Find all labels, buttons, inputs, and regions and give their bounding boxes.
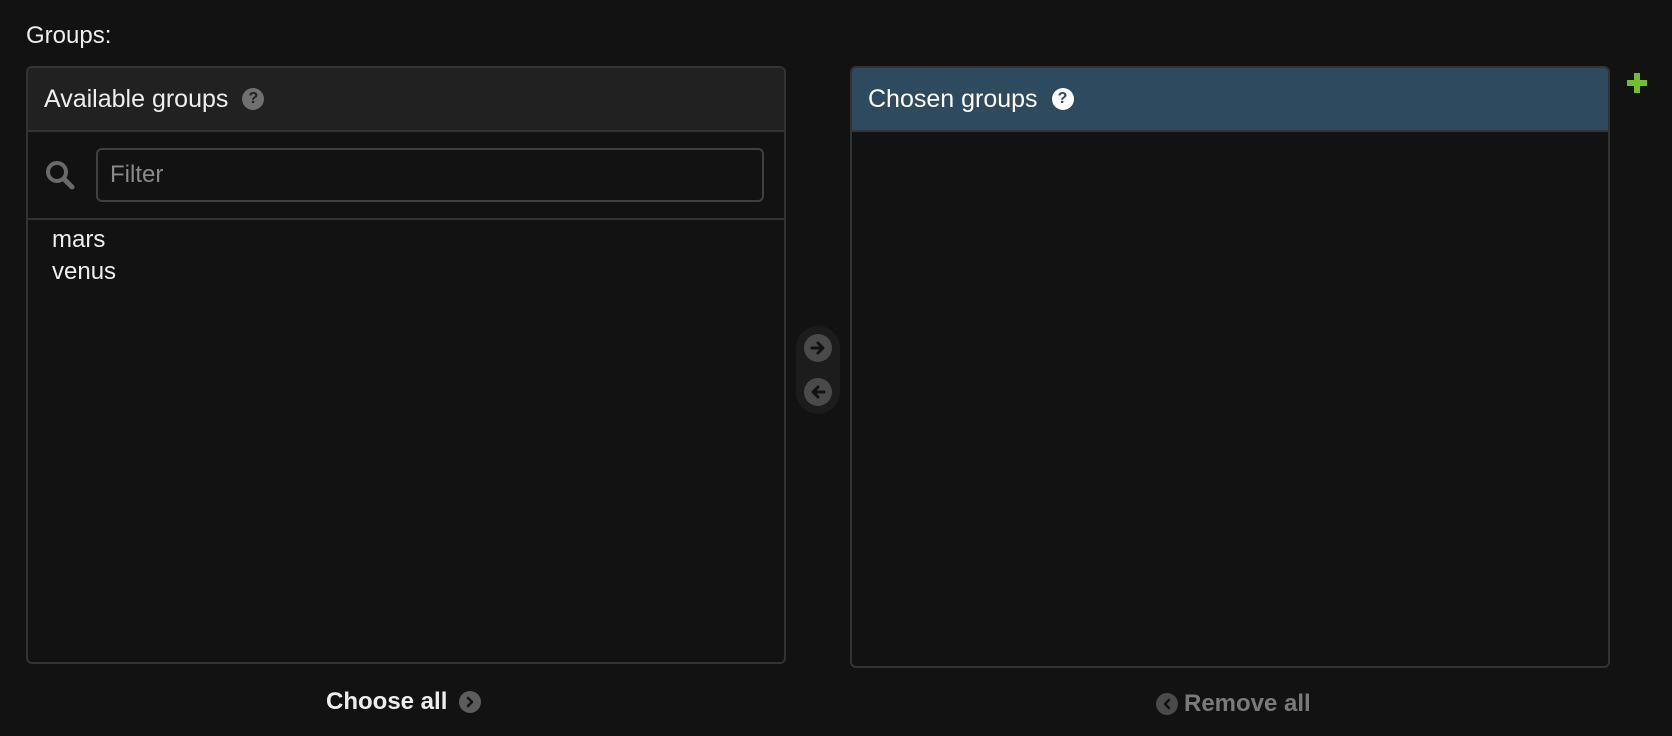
remove-selected-button[interactable] [804,378,832,406]
remove-all-link[interactable]: Remove all [1156,690,1311,718]
groups-field-label: Groups: [26,22,112,49]
plus-icon[interactable] [1626,72,1648,94]
arrow-right-circle-icon [810,341,825,355]
arrow-left-circle-icon [811,385,826,399]
filter-row [28,132,784,220]
choose-all-link[interactable]: Choose all [326,688,482,716]
remove-all-label: Remove all [1184,690,1311,717]
list-item[interactable]: venus [52,256,784,288]
chevron-right-icon [459,691,482,713]
available-groups-box: Available groups ? mars venus [26,66,786,664]
choose-all-label: Choose all [326,688,448,715]
available-groups-list[interactable]: mars venus [28,220,784,288]
question-circle-icon[interactable]: ? [1051,88,1074,110]
chosen-groups-header: Chosen groups ? [852,68,1608,132]
search-icon [46,161,75,190]
filter-input[interactable] [96,148,764,202]
chosen-groups-list[interactable] [852,132,1608,136]
available-groups-header: Available groups ? [28,68,784,132]
list-item[interactable]: mars [52,224,784,256]
selector-chooser [796,326,840,414]
choose-selected-button[interactable] [804,334,832,362]
chevron-left-icon [1156,693,1178,715]
chosen-groups-box: Chosen groups ? [850,66,1610,668]
chosen-groups-title: Chosen groups [868,84,1038,113]
available-groups-title: Available groups [44,84,229,113]
question-circle-icon[interactable]: ? [242,88,265,110]
